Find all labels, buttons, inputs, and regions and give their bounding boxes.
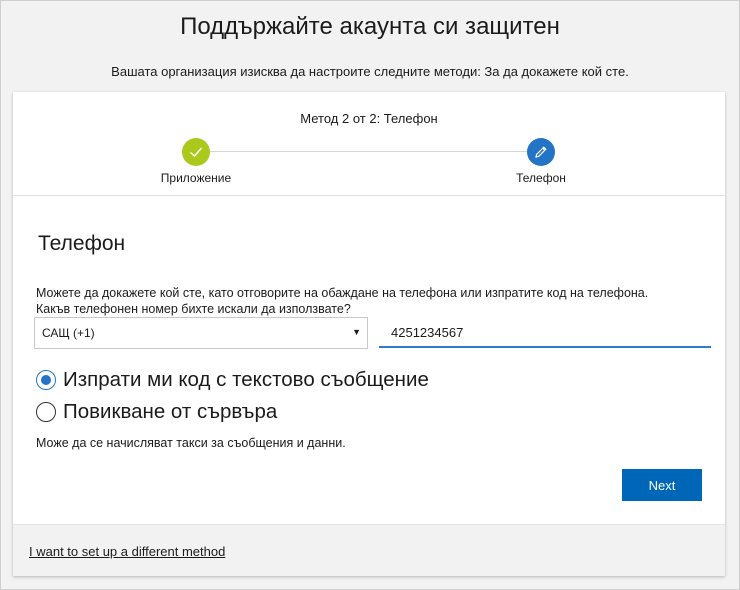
step-1-label: Приложение: [160, 171, 232, 185]
step-2-indicator: [527, 138, 555, 166]
next-button[interactable]: Next: [622, 469, 702, 501]
progress-stepper: Метод 2 от 2: Телефон Приложение Телефон: [13, 92, 725, 196]
step-2-label: Телефон: [516, 171, 566, 185]
fees-note: Може да се начисляват такси за съобщения…: [36, 436, 346, 450]
step-caption: Метод 2 от 2: Телефон: [300, 111, 438, 126]
step-1-indicator: [182, 138, 210, 166]
step-connector: [210, 151, 543, 152]
option-text-message[interactable]: Изпрати ми код с текстово съобщение: [36, 368, 429, 392]
setup-card: Метод 2 от 2: Телефон Приложение Телефон…: [13, 92, 725, 576]
phone-description: Можете да докажете кой сте, като отговор…: [36, 286, 649, 300]
country-code-select[interactable]: САЩ (+1) ▼: [34, 317, 368, 349]
radio-selected-dot: [41, 375, 51, 385]
option-text-message-label: Изпрати ми код с текстово съобщение: [63, 368, 429, 391]
phone-number-input[interactable]: [379, 318, 711, 348]
radio-call[interactable]: [36, 402, 56, 422]
country-code-value: САЩ (+1): [42, 326, 95, 340]
pencil-icon: [535, 146, 547, 158]
phone-question: Какъв телефонен номер бихте искали да из…: [36, 302, 351, 316]
option-call[interactable]: Повикване от сървъра: [36, 400, 277, 424]
different-method-link[interactable]: I want to set up a different method: [29, 544, 225, 559]
dropdown-arrow-icon: ▼: [352, 327, 361, 337]
radio-text-message[interactable]: [36, 370, 56, 390]
section-title: Телефон: [38, 232, 126, 255]
checkmark-icon: [190, 147, 203, 157]
card-footer: I want to set up a different method: [13, 524, 725, 576]
page-subtitle: Вашата организация изисква да настроите …: [111, 64, 629, 79]
option-call-label: Повикване от сървъра: [63, 400, 278, 423]
window-frame: Поддържайте акаунта си защитен Вашата ор…: [0, 0, 740, 590]
page-title: Поддържайте акаунта си защитен: [180, 13, 560, 40]
